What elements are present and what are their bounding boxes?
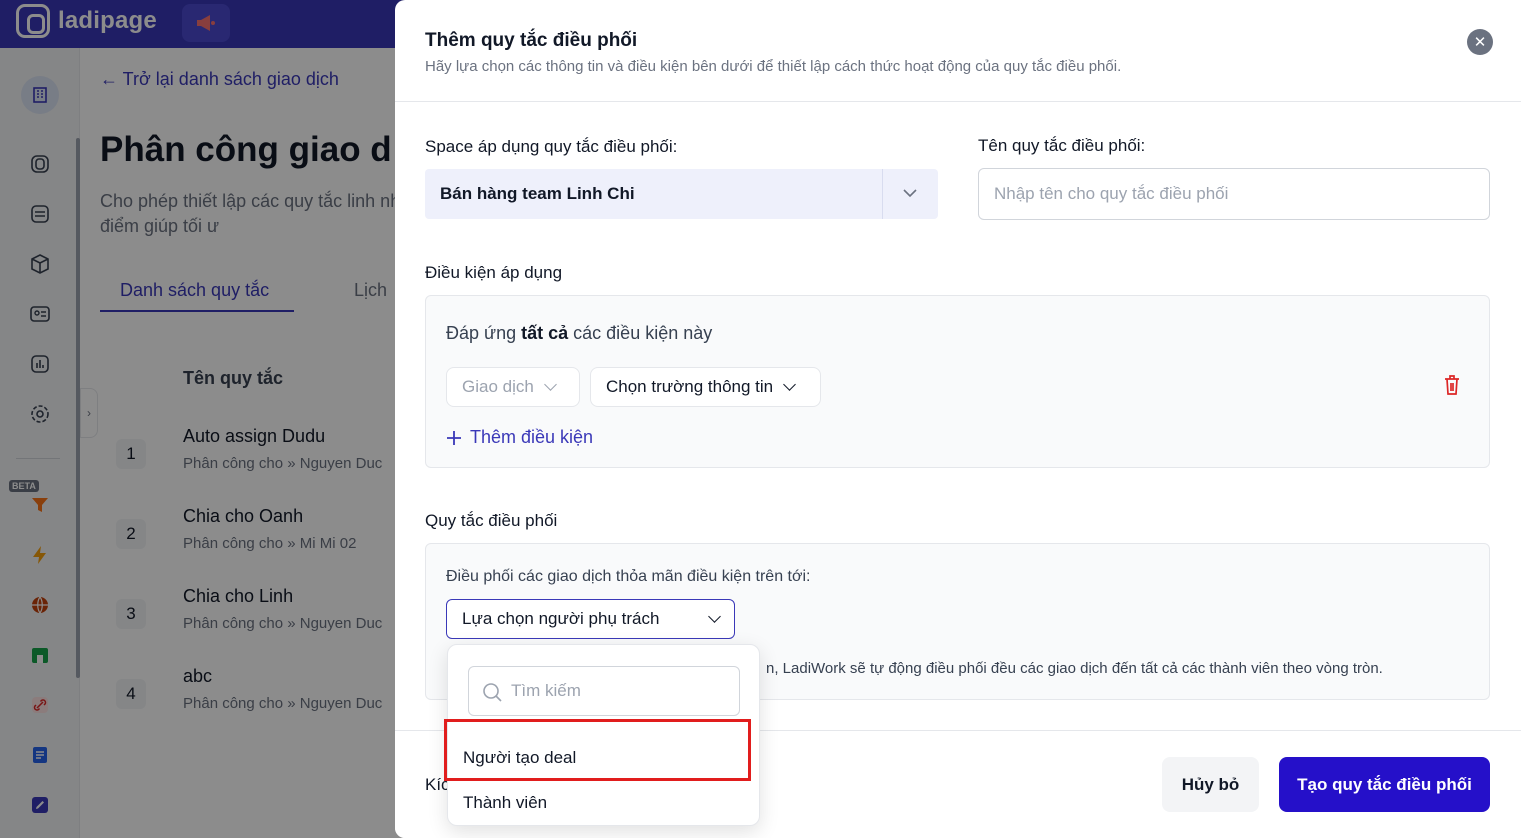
rule-name-label: Tên quy tắc điều phối: [978, 136, 1146, 155]
match-prefix: Đáp ứng [446, 323, 517, 343]
rule-name-input[interactable] [978, 168, 1490, 220]
round-robin-note: n, LadiWork sẽ tự động điều phối đều các… [766, 660, 1383, 677]
condition-object-select[interactable]: Giao dịch [446, 367, 580, 407]
search-icon [483, 683, 502, 702]
select-divider [882, 169, 883, 219]
drawer-title: Thêm quy tắc điều phối [425, 30, 638, 51]
assignee-select-value: Lựa chọn người phụ trách [462, 609, 660, 628]
condition-field-value: Chọn trường thông tin [606, 377, 774, 396]
dropdown-search[interactable] [468, 666, 740, 716]
condition-object-value: Giao dịch [462, 377, 534, 396]
option-member[interactable]: Thành viên [463, 793, 547, 813]
chevron-down-icon [903, 189, 917, 198]
conditions-box: Đáp ứng tất cả các điều kiện này Giao dị… [425, 295, 1490, 468]
trash-icon[interactable] [1441, 373, 1463, 397]
space-value: Bán hàng team Linh Chi [440, 184, 635, 203]
conditions-label: Điều kiện áp dụng [425, 263, 563, 282]
close-button[interactable]: ✕ [1467, 29, 1493, 55]
match-mode[interactable]: tất cả [521, 323, 568, 343]
drawer-subtitle: Hãy lựa chọn các thông tin và điều kiện … [425, 58, 1122, 75]
chevron-down-icon [783, 378, 797, 391]
condition-field-select[interactable]: Chọn trường thông tin [590, 367, 821, 407]
chevron-down-icon [708, 610, 721, 623]
assignee-select[interactable]: Lựa chọn người phụ trách [446, 599, 735, 639]
match-suffix: các điều kiện này [573, 323, 713, 343]
dispatch-rule-label: Quy tắc điều phối [425, 511, 558, 530]
conditions-match-text: Đáp ứng tất cả các điều kiện này [446, 323, 712, 344]
create-rule-button[interactable]: Tạo quy tắc điều phối [1279, 757, 1490, 812]
plus-icon [447, 430, 461, 445]
highlight-annotation [444, 719, 751, 781]
space-select[interactable]: Bán hàng team Linh Chi [425, 169, 938, 219]
close-icon: ✕ [1473, 34, 1487, 51]
chevron-down-icon [543, 378, 557, 391]
space-label: Space áp dụng quy tắc điều phối: [425, 137, 678, 156]
dispatch-rule-text: Điều phối các giao dịch thỏa mãn điều ki… [446, 568, 811, 585]
drawer-header: Thêm quy tắc điều phối Hãy lựa chọn các … [395, 0, 1521, 102]
search-input[interactable] [511, 668, 733, 714]
add-condition-button[interactable]: Thêm điều kiện [446, 427, 593, 448]
add-condition-label: Thêm điều kiện [470, 427, 594, 447]
cancel-button[interactable]: Hủy bỏ [1162, 757, 1259, 812]
